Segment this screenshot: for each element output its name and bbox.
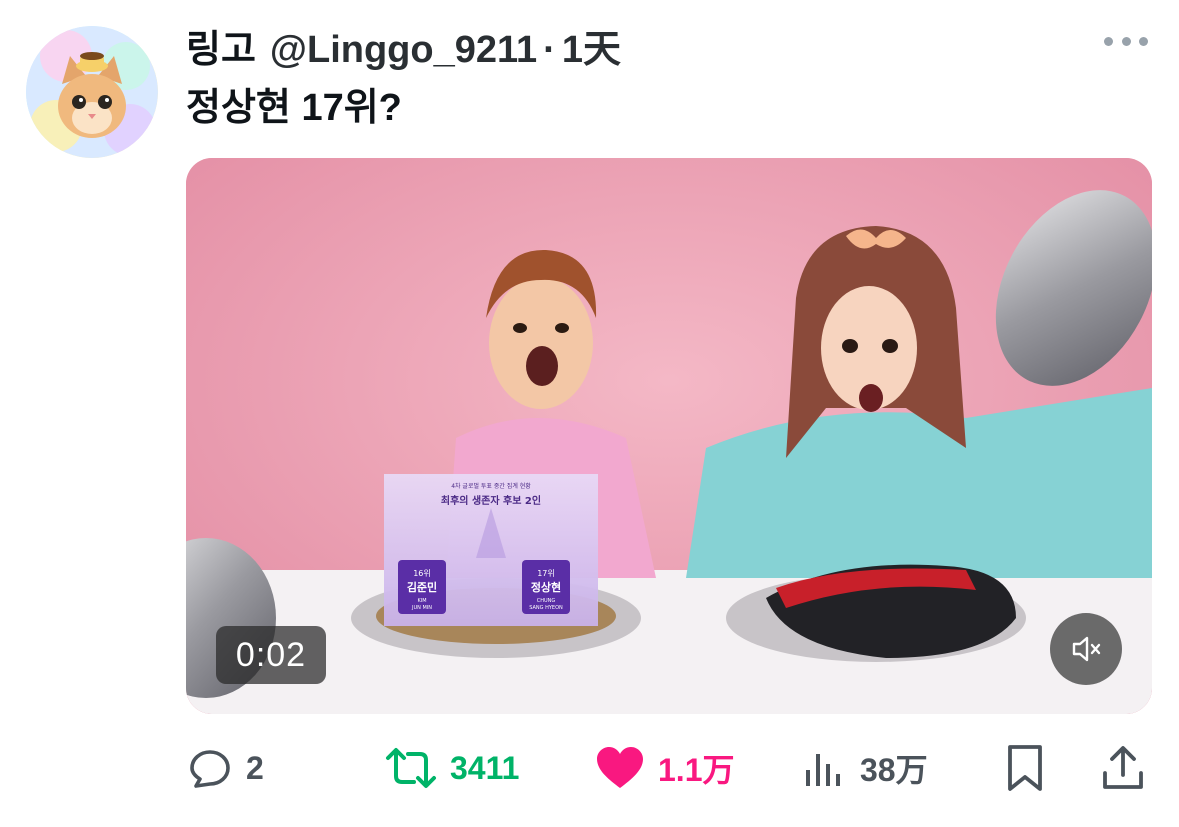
overlay-right-romanized-2: SANG HYEON: [529, 605, 563, 611]
action-bar: 2 3411 1.1万 38万: [186, 738, 1152, 798]
overlay-left-romanized-1: KIM: [417, 598, 426, 604]
like-button[interactable]: 1.1万: [594, 738, 735, 798]
user-handle[interactable]: @Linggo_9211: [270, 29, 537, 72]
overlay-header-small: 4차 글로벌 투표 중간 집계 현황: [451, 482, 531, 490]
mute-button[interactable]: [1050, 613, 1122, 685]
avatar[interactable]: [26, 26, 158, 158]
reply-icon: [190, 750, 230, 788]
separator-dot: ·: [543, 29, 556, 71]
bookmark-icon: [1008, 745, 1042, 791]
tweet-text: 정상현 17위?: [186, 87, 402, 129]
reply-count: 2: [246, 749, 264, 786]
overlay-right-romanized-1: CHUNG: [537, 598, 556, 604]
like-count: 1.1万: [658, 752, 735, 788]
overlay-right-name: 정상현: [531, 580, 561, 594]
more-icon[interactable]: [1104, 34, 1148, 48]
overlay-right-rank: 17위: [537, 569, 555, 578]
overlay-left-rank: 16위: [413, 569, 431, 578]
overlay-left-name: 김준민: [407, 580, 437, 594]
retweet-count: 3411: [450, 749, 520, 786]
display-name[interactable]: 링고: [186, 18, 256, 73]
overlay-left-romanized-2: JUN MIN: [411, 605, 432, 611]
retweet-button[interactable]: 3411: [384, 738, 519, 798]
tweet-header: 링고 @Linggo_9211 · 1天: [186, 18, 621, 71]
views-button[interactable]: 38万: [802, 738, 928, 798]
views-count: 38万: [860, 752, 928, 788]
cat-avatar-image: [26, 26, 158, 158]
share-icon: [1103, 746, 1143, 789]
overlay-header: 최후의 생존자 후보 2인: [441, 494, 541, 507]
video-frame: 4차 글로벌 투표 중간 집계 현황 최후의 생존자 후보 2인 16위 김준민…: [186, 158, 1152, 714]
share-button[interactable]: [1100, 738, 1146, 798]
heart-icon: [597, 747, 643, 788]
video-timestamp: 0:02: [216, 626, 326, 684]
retweet-icon: [386, 748, 436, 788]
bookmark-button[interactable]: [1004, 738, 1046, 798]
mute-icon: [1072, 636, 1101, 662]
views-icon: [806, 754, 840, 786]
reply-button[interactable]: 2: [186, 738, 264, 798]
tweet-time[interactable]: 1天: [562, 18, 621, 73]
video-player[interactable]: 4차 글로벌 투표 중간 집계 현황 최후의 생존자 후보 2인 16위 김준민…: [186, 158, 1152, 714]
